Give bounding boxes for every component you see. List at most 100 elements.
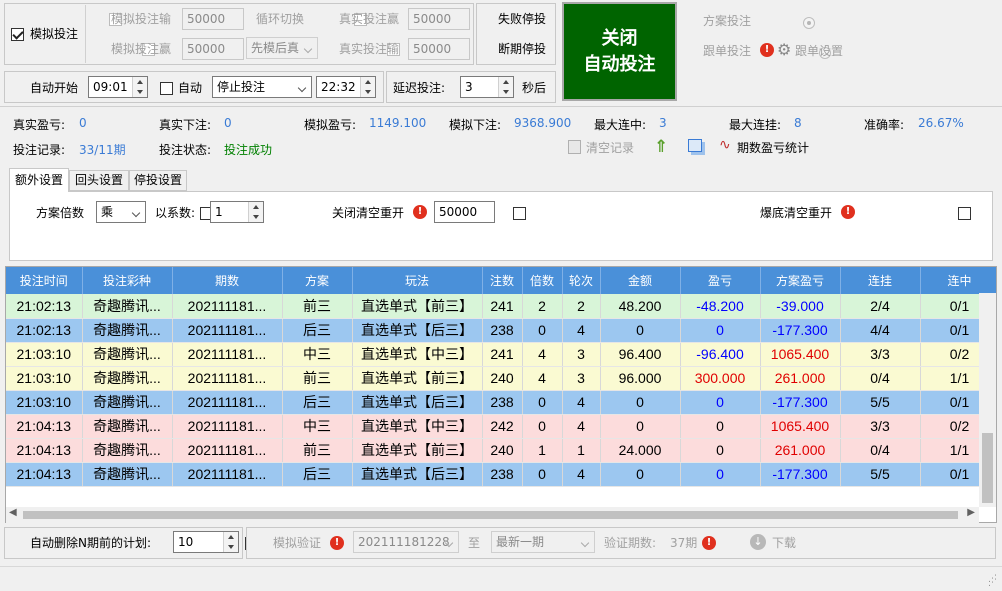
column-header[interactable]: 连中 <box>920 267 996 294</box>
radio-plan-bet[interactable] <box>802 16 815 29</box>
column-header[interactable]: 玩法 <box>352 267 483 294</box>
column-header[interactable]: 期数 <box>172 267 283 294</box>
loop-mode-select[interactable]: 先模后真 <box>246 37 318 59</box>
scroll-left-icon[interactable]: ◀ <box>9 507 17 518</box>
table-cell-round: 4 <box>562 390 601 415</box>
table-cell-count: 240 <box>482 438 523 463</box>
scroll-right-icon[interactable]: ▶ <box>967 507 975 518</box>
delay-input[interactable]: 3 <box>460 76 514 98</box>
copy-icon[interactable] <box>688 139 702 152</box>
table-cell-lottery: 奇趣腾讯... <box>82 294 173 319</box>
sim-pl-label: 模拟盈亏: <box>304 118 357 132</box>
vertical-scrollbar[interactable] <box>979 293 996 507</box>
table-row[interactable]: 21:04:13 奇趣腾讯... 202111181... 前三 直选单式【前三】 240… <box>6 438 996 463</box>
follow-settings-link[interactable]: 跟单设置 <box>795 44 843 58</box>
from-period-select[interactable]: 2021111812​28 <box>353 531 459 553</box>
table-row[interactable]: 21:04:13 奇趣腾讯... 202111181... 后三 直选单式【后三】 238… <box>6 462 996 487</box>
resize-grip-icon[interactable]: ⋰ ⋰ <box>988 575 997 588</box>
auto-start-checkbox[interactable] <box>160 82 174 95</box>
coef-value: 1 <box>215 205 223 219</box>
vertical-scrollbar-thumb[interactable] <box>982 433 993 503</box>
tab-return-settings[interactable]: 回头设置 <box>69 170 129 191</box>
table-cell-period: 202111181... <box>172 438 283 463</box>
table-cell-mult: 2 <box>522 294 563 319</box>
record-value: 33/11期 <box>79 143 126 157</box>
table-cell-lose: 0/4 <box>840 366 921 391</box>
auto-delete-value: 10 <box>178 535 194 549</box>
sim-bet-checkbox[interactable] <box>11 28 24 41</box>
table-cell-lottery: 奇趣腾讯... <box>82 390 173 415</box>
table-cell-lottery: 奇趣腾讯... <box>82 438 173 463</box>
real-win-input[interactable]: 50000 <box>408 8 470 30</box>
max-win-value: 3 <box>659 116 667 130</box>
column-header[interactable]: 盈亏 <box>680 267 761 294</box>
column-header[interactable]: 投注彩种 <box>82 267 173 294</box>
table-cell-pl: -48.200 <box>680 294 761 319</box>
real-lose-input[interactable]: 50000 <box>408 38 470 60</box>
table-cell-plan: 前三 <box>282 438 353 463</box>
tab-stop-settings[interactable]: 停投设置 <box>129 170 187 191</box>
column-header[interactable]: 注数 <box>482 267 523 294</box>
end-time-input[interactable]: 22:32 <box>316 76 376 98</box>
accuracy-value: 26.67% <box>918 116 964 130</box>
delay-label: 延迟投注: <box>393 81 446 95</box>
table-cell-lose: 0/4 <box>840 438 921 463</box>
column-header[interactable]: 投注时间 <box>6 267 83 294</box>
column-header[interactable]: 金额 <box>600 267 681 294</box>
sim-verify-warning-icon: ! <box>330 536 344 550</box>
start-time-spinner[interactable] <box>132 77 147 97</box>
table-cell-lose: 3/3 <box>840 342 921 367</box>
download-button[interactable]: 下载 <box>772 536 796 550</box>
to-period-select[interactable]: 最新一期 <box>491 531 595 553</box>
coef-input[interactable]: 1 <box>210 201 264 223</box>
column-header[interactable]: 轮次 <box>562 267 601 294</box>
table-cell-period: 202111181... <box>172 414 283 439</box>
operator-select[interactable]: 乘 <box>96 201 146 223</box>
auto-delete-spinner[interactable] <box>223 532 238 552</box>
table-row[interactable]: 21:03:10 奇趣腾讯... 202111181... 前三 直选单式【前三】 240… <box>6 366 996 391</box>
auto-action-select[interactable]: 停止投注 <box>212 76 312 98</box>
clear-record-button[interactable]: 清空记录 <box>586 141 634 155</box>
table-cell-lose: 4/4 <box>840 318 921 343</box>
sim-win-input[interactable]: 50000 <box>182 38 244 60</box>
period-stats-button[interactable]: 期数盈亏统计 <box>737 141 809 155</box>
status-value: 投注成功 <box>224 143 273 157</box>
table-row[interactable]: 21:03:10 奇趣腾讯... 202111181... 后三 直选单式【后三】 238… <box>6 390 996 415</box>
column-header[interactable]: 倍数 <box>522 267 563 294</box>
table-row[interactable]: 21:04:13 奇趣腾讯... 202111181... 中三 直选单式【中三】 242… <box>6 414 996 439</box>
table-cell-plan: 前三 <box>282 294 353 319</box>
table-row[interactable]: 21:02:13 奇趣腾讯... 202111181... 后三 直选单式【后三】 238… <box>6 318 996 343</box>
bust-clear-label: 爆底清空重开 <box>760 206 833 220</box>
horizontal-scrollbar[interactable]: ◀ ▶ <box>6 507 979 523</box>
horizontal-scrollbar-thumb[interactable] <box>23 511 958 519</box>
bust-clear-checkbox[interactable] <box>957 207 971 220</box>
table-row[interactable]: 21:03:10 奇趣腾讯... 202111181... 中三 直选单式【中三】 241… <box>6 342 996 367</box>
table-row[interactable]: 21:02:13 奇趣腾讯... 202111181... 前三 直选单式【前三】 241… <box>6 294 996 319</box>
coef-spinner[interactable] <box>248 202 263 222</box>
column-header[interactable]: 方案盈亏 <box>760 267 841 294</box>
tab-extra-settings[interactable]: 额外设置 <box>9 168 69 192</box>
column-header[interactable]: 方案 <box>282 267 353 294</box>
sim-lose-input[interactable]: 50000 <box>182 8 244 30</box>
table-cell-plan: 前三 <box>282 366 353 391</box>
auto-delete-input[interactable]: 10 <box>173 531 239 553</box>
table-cell-period: 202111181... <box>172 294 283 319</box>
close-auto-bet-button[interactable]: 关闭 自动投注 <box>562 2 677 101</box>
end-time-spinner[interactable] <box>360 77 375 97</box>
table-header-row: 投注时间 投注彩种 期数 方案 玩法 注数 倍数 轮次 金额 盈亏 方案盈亏 连挂 连中 <box>6 267 996 294</box>
delay-value: 3 <box>465 80 473 94</box>
table-cell-pl: 300.000 <box>680 366 761 391</box>
gear-icon[interactable]: ⚙ <box>777 40 791 59</box>
table-cell-play: 直选单式【后三】 <box>352 462 483 487</box>
close-clear-input[interactable]: 50000 <box>434 201 495 223</box>
arrow-up-icon[interactable]: ⇑ <box>654 137 668 157</box>
table-cell-mult: 1 <box>522 438 563 463</box>
real-pl-value: 0 <box>79 116 87 130</box>
table-cell-amount: 48.200 <box>600 294 681 319</box>
real-bet-label: 真实下注: <box>159 118 212 132</box>
column-header[interactable]: 连挂 <box>840 267 921 294</box>
close-clear-checkbox[interactable] <box>512 207 526 220</box>
table-cell-time: 21:04:13 <box>6 462 83 487</box>
start-time-input[interactable]: 09:01 <box>88 76 148 98</box>
delay-spinner[interactable] <box>498 77 513 97</box>
